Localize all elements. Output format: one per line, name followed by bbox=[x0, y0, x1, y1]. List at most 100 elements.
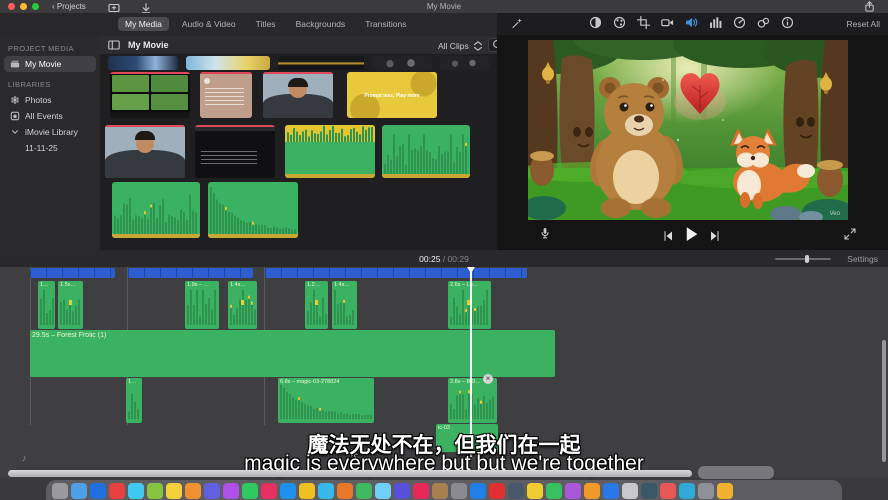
tab-titles[interactable]: Titles bbox=[249, 17, 283, 31]
timeline-audio-clip[interactable]: 1.5s… bbox=[58, 281, 83, 329]
dock-app-icon[interactable] bbox=[337, 483, 353, 499]
media-clip-thumbnail[interactable] bbox=[382, 125, 470, 178]
playhead-handle[interactable] bbox=[467, 267, 475, 273]
dock-app-icon[interactable] bbox=[109, 483, 125, 499]
noise-reduction-icon[interactable] bbox=[757, 16, 770, 29]
sidebar-item-11-11-25[interactable]: 11-11-25 bbox=[4, 140, 96, 156]
stabilization-icon[interactable] bbox=[661, 16, 674, 29]
media-clip-thumbnail[interactable] bbox=[186, 56, 270, 70]
timeline-audio-clip[interactable]: 1.4s… bbox=[332, 281, 357, 329]
volume-icon[interactable] bbox=[685, 16, 698, 29]
noise-eq-icon[interactable] bbox=[709, 16, 722, 29]
fullscreen-icon[interactable] bbox=[844, 228, 856, 240]
dock-app-icon[interactable] bbox=[508, 483, 524, 499]
sidebar-item-imovie-library[interactable]: iMovie Library bbox=[4, 124, 96, 140]
timeline-audio-clip[interactable]: 6.8s – magic-03-278824 bbox=[278, 378, 374, 423]
dock-app-icon[interactable] bbox=[584, 483, 600, 499]
dock-app-icon[interactable] bbox=[451, 483, 467, 499]
dock-app-icon[interactable] bbox=[679, 483, 695, 499]
dock-app-icon[interactable] bbox=[242, 483, 258, 499]
media-clip-thumbnail[interactable] bbox=[200, 72, 252, 118]
media-clip-thumbnail[interactable] bbox=[372, 56, 432, 70]
skip-back-icon[interactable] bbox=[662, 230, 674, 242]
clips-filter-dropdown[interactable]: All Clips bbox=[438, 40, 484, 52]
dock-app-icon[interactable] bbox=[90, 483, 106, 499]
dock-app-icon[interactable] bbox=[71, 483, 87, 499]
color-balance-icon[interactable] bbox=[589, 16, 602, 29]
dock-app-icon[interactable] bbox=[299, 483, 315, 499]
timeline-settings-button[interactable]: Settings bbox=[847, 254, 878, 264]
media-clip-thumbnail[interactable] bbox=[285, 125, 375, 178]
background-music-clip[interactable]: 29.5s – Forest Frolic (1) bbox=[30, 330, 555, 377]
video-clip-bar[interactable] bbox=[128, 268, 253, 278]
color-palette-icon[interactable] bbox=[613, 16, 626, 29]
sidebar-item-label: iMovie Library bbox=[25, 127, 78, 137]
timeline-horizontal-scrollbar[interactable] bbox=[8, 470, 692, 477]
media-clip-thumbnail[interactable] bbox=[263, 72, 333, 118]
speed-icon[interactable] bbox=[733, 16, 746, 29]
dock-app-icon[interactable] bbox=[204, 483, 220, 499]
media-clip-thumbnail[interactable] bbox=[112, 182, 200, 238]
dock-app-icon[interactable] bbox=[641, 483, 657, 499]
reset-all-button[interactable]: Reset All bbox=[846, 19, 880, 29]
media-clip-thumbnail[interactable] bbox=[105, 125, 185, 178]
timeline-audio-clip[interactable]: 1… bbox=[38, 281, 55, 329]
crop-icon[interactable] bbox=[637, 16, 650, 29]
dock-app-icon[interactable] bbox=[470, 483, 486, 499]
dock-app-icon[interactable] bbox=[375, 483, 391, 499]
media-clip-thumbnail[interactable] bbox=[208, 182, 298, 238]
dock-app-icon[interactable] bbox=[603, 483, 619, 499]
media-clip-thumbnail[interactable] bbox=[440, 56, 490, 70]
sidebar-toggle-icon[interactable] bbox=[108, 39, 120, 51]
dock-app-icon[interactable] bbox=[147, 483, 163, 499]
media-clip-thumbnail[interactable] bbox=[278, 56, 364, 70]
media-clip-thumbnail[interactable] bbox=[108, 56, 178, 70]
dock-app-icon[interactable] bbox=[717, 483, 733, 499]
tab-my-media[interactable]: My Media bbox=[118, 17, 169, 31]
dock-app-icon[interactable] bbox=[261, 483, 277, 499]
timeline-zoom-slider[interactable] bbox=[775, 258, 831, 260]
dock-app-icon[interactable] bbox=[185, 483, 201, 499]
video-clip-bar[interactable] bbox=[30, 268, 115, 278]
timeline-audio-clip[interactable]: 1.2… bbox=[305, 281, 328, 329]
dock-app-icon[interactable] bbox=[546, 483, 562, 499]
sidebar-item-all-events[interactable]: All Events bbox=[4, 108, 96, 124]
media-clip-thumbnail[interactable] bbox=[195, 125, 275, 178]
dock-app-icon[interactable] bbox=[280, 483, 296, 499]
dock-app-icon[interactable] bbox=[622, 483, 638, 499]
dock-app-icon[interactable] bbox=[128, 483, 144, 499]
share-icon[interactable] bbox=[864, 1, 875, 12]
info-icon[interactable] bbox=[781, 16, 794, 29]
dock-app-icon[interactable] bbox=[52, 483, 68, 499]
dock-app-icon[interactable] bbox=[166, 483, 182, 499]
timeline-audio-clip[interactable]: 1.4s… bbox=[228, 281, 257, 329]
skip-forward-icon[interactable] bbox=[709, 230, 721, 242]
video-clip-bar[interactable] bbox=[265, 268, 527, 278]
tab-backgrounds[interactable]: Backgrounds bbox=[289, 17, 353, 31]
sidebar-item-photos[interactable]: Photos bbox=[4, 92, 96, 108]
dock-app-icon[interactable] bbox=[527, 483, 543, 499]
dock-app-icon[interactable] bbox=[432, 483, 448, 499]
sidebar-item-my-movie[interactable]: My Movie bbox=[4, 56, 96, 72]
dock-app-icon[interactable] bbox=[698, 483, 714, 499]
dock-app-icon[interactable] bbox=[413, 483, 429, 499]
slider-thumb[interactable] bbox=[805, 255, 809, 263]
dock-app-icon[interactable] bbox=[223, 483, 239, 499]
tab-audio-video[interactable]: Audio & Video bbox=[175, 17, 243, 31]
dock-app-icon[interactable] bbox=[565, 483, 581, 499]
play-icon[interactable] bbox=[683, 226, 698, 241]
media-clip-thumbnail[interactable] bbox=[110, 72, 190, 118]
dock-app-icon[interactable] bbox=[660, 483, 676, 499]
enhance-wand-icon[interactable] bbox=[511, 17, 523, 29]
timeline-audio-clip[interactable]: 1… bbox=[126, 378, 142, 423]
dock-app-icon[interactable] bbox=[394, 483, 410, 499]
dock-app-icon[interactable] bbox=[356, 483, 372, 499]
record-voiceover-mic-icon[interactable] bbox=[539, 227, 551, 239]
media-clip-thumbnail[interactable]: Prompt less, Play more bbox=[347, 72, 437, 118]
clip-mute-badge-icon[interactable]: × bbox=[483, 374, 493, 384]
dock-app-icon[interactable] bbox=[489, 483, 505, 499]
timeline-audio-clip[interactable]: 1.9s – … bbox=[185, 281, 219, 329]
tab-transitions[interactable]: Transitions bbox=[358, 17, 413, 31]
timeline-audio-clip[interactable]: 2.8s – BiD… bbox=[448, 378, 497, 423]
dock-app-icon[interactable] bbox=[318, 483, 334, 499]
